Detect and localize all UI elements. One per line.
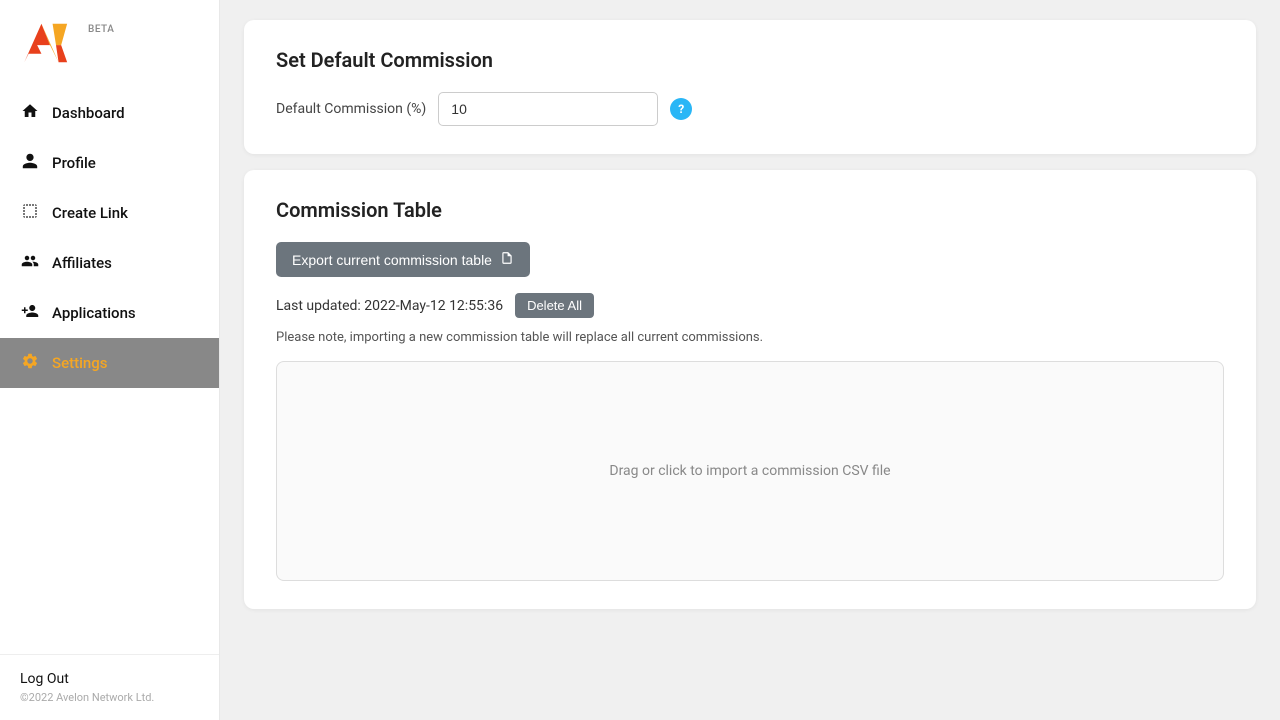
gear-icon <box>20 352 40 374</box>
sidebar-item-label: Profile <box>52 154 96 172</box>
logo-icon <box>20 18 80 68</box>
house-icon <box>20 102 40 124</box>
last-updated-text: Last updated: 2022-May-12 12:55:36 <box>276 298 503 314</box>
last-updated-row: Last updated: 2022-May-12 12:55:36 Delet… <box>276 293 1224 318</box>
sidebar-item-settings[interactable]: Settings <box>0 338 219 388</box>
csv-drop-zone[interactable]: Drag or click to import a commission CSV… <box>276 361 1224 581</box>
beta-label: BETA <box>88 24 114 35</box>
person-add-icon <box>20 302 40 324</box>
sidebar-item-label: Create Link <box>52 204 128 222</box>
nav-list: Dashboard Profile Create Link Affiliates <box>0 88 219 654</box>
file-icon <box>500 251 514 268</box>
link-icon <box>20 202 40 224</box>
export-button[interactable]: Export current commission table <box>276 242 530 277</box>
sidebar-item-label: Dashboard <box>52 104 125 122</box>
commission-form-row: Default Commission (%) ? <box>276 92 1224 126</box>
sidebar-item-create-link[interactable]: Create Link <box>0 188 219 238</box>
sidebar-item-affiliates[interactable]: Affiliates <box>0 238 219 288</box>
commission-card: Set Default Commission Default Commissio… <box>244 20 1256 154</box>
main-content: Set Default Commission Default Commissio… <box>220 0 1280 720</box>
commission-label: Default Commission (%) <box>276 101 426 117</box>
commission-input[interactable] <box>438 92 658 126</box>
sidebar-item-label: Settings <box>52 354 108 372</box>
sidebar-item-label: Affiliates <box>52 254 112 272</box>
export-button-label: Export current commission table <box>292 252 492 268</box>
sidebar-item-dashboard[interactable]: Dashboard <box>0 88 219 138</box>
sidebar: BETA Dashboard Profile Create Link <box>0 0 220 720</box>
commission-table-title: Commission Table <box>276 198 1224 222</box>
logout-button[interactable]: Log Out <box>20 671 199 687</box>
people-icon <box>20 252 40 274</box>
sidebar-item-profile[interactable]: Profile <box>0 138 219 188</box>
sidebar-footer: Log Out ©2022 Avelon Network Ltd. <box>0 654 219 720</box>
drop-zone-text: Drag or click to import a commission CSV… <box>609 463 890 479</box>
copyright-text: ©2022 Avelon Network Ltd. <box>20 691 199 704</box>
commission-table-card: Commission Table Export current commissi… <box>244 170 1256 609</box>
import-note: Please note, importing a new commission … <box>276 330 1224 345</box>
help-icon[interactable]: ? <box>670 98 692 120</box>
sidebar-item-label: Applications <box>52 304 136 322</box>
delete-all-button[interactable]: Delete All <box>515 293 594 318</box>
commission-card-title: Set Default Commission <box>276 48 1224 72</box>
person-icon <box>20 152 40 174</box>
logo-area: BETA <box>0 0 219 88</box>
sidebar-item-applications[interactable]: Applications <box>0 288 219 338</box>
